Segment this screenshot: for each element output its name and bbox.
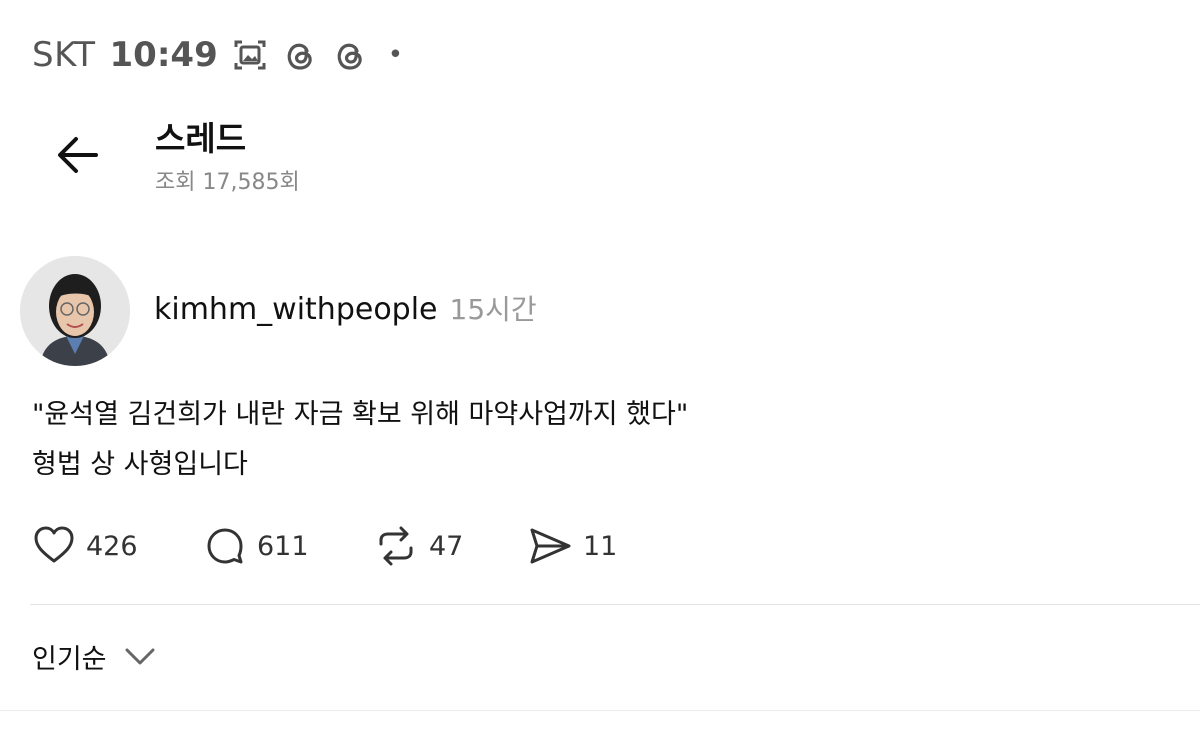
status-clock: 10:49 [109,35,218,75]
back-button[interactable] [48,128,108,182]
repost-count: 47 [429,530,464,562]
repost-icon [379,526,413,566]
arrow-left-icon [58,137,98,173]
chevron-down-icon [125,648,155,665]
gallery-icon [232,37,268,73]
repost-button[interactable]: 47 [373,524,527,568]
post-text-line: "윤석열 김건희가 내란 자금 확보 위해 마약사업까지 했다" [32,399,689,430]
sort-label: 인기순 [32,643,107,675]
carrier-label: SKT [32,35,96,75]
threads-icon [282,37,318,73]
heart-icon [34,526,74,563]
username-link[interactable]: kimhm_withpeople [154,292,438,327]
divider [30,604,1200,605]
post-body: "윤석열 김건희가 내란 자금 확보 위해 마약사업까지 했다" 형법 상 사형… [32,390,1152,490]
like-count: 426 [86,530,138,562]
page-title: 스레드 [155,119,247,158]
share-button[interactable]: 11 [527,524,617,568]
sort-dropdown[interactable]: 인기순 [32,634,157,678]
send-icon [530,528,571,564]
reply-button[interactable]: 611 [203,524,373,568]
view-count: 조회 17,585회 [155,170,300,195]
reply-count: 611 [257,530,309,562]
author-line: kimhm_withpeople 15시간 [154,288,537,332]
post-text-line: 형법 상 사형입니다 [32,449,248,480]
threads-icon [332,37,368,73]
divider [0,710,1200,711]
status-bar: SKT 10:49 • [32,30,403,80]
action-bar: 426 611 47 11 [32,520,617,572]
comment-icon [207,528,243,564]
like-button[interactable]: 426 [32,524,203,568]
post-time: 15시간 [449,293,537,326]
notification-dot: • [387,40,404,70]
share-count: 11 [583,530,618,562]
avatar[interactable] [20,256,130,366]
